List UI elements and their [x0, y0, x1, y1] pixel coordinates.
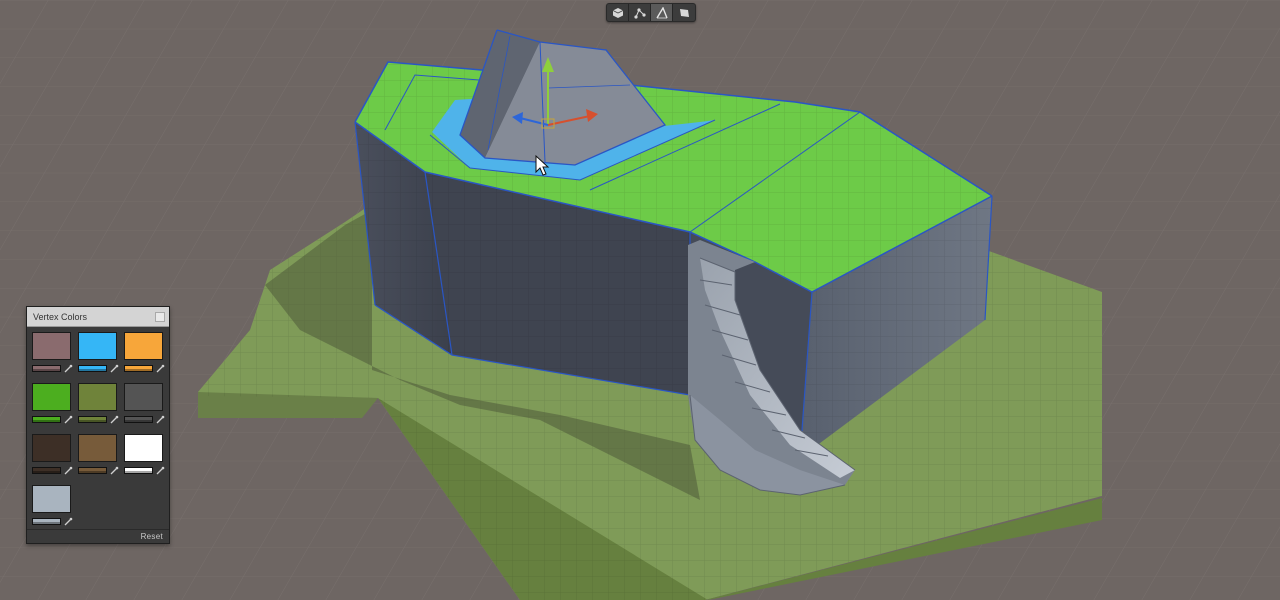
- vertex-mode-icon: [633, 7, 646, 19]
- eyedropper-icon[interactable]: [155, 466, 165, 476]
- swatch-apply-button[interactable]: [32, 332, 71, 360]
- swatch-apply-button[interactable]: [32, 383, 71, 411]
- swatch-grid: [31, 331, 165, 530]
- element-mode-toolbar: [606, 3, 696, 22]
- eyedropper-icon[interactable]: [63, 364, 73, 374]
- swatch-color-field[interactable]: [32, 416, 61, 423]
- swatch-color-field[interactable]: [32, 518, 61, 525]
- color-swatch[interactable]: [31, 382, 75, 428]
- color-swatch[interactable]: [123, 382, 167, 428]
- swatch-apply-button[interactable]: [124, 383, 163, 411]
- swatch-color-field[interactable]: [78, 365, 107, 372]
- swatch-apply-button[interactable]: [78, 434, 117, 462]
- color-swatch[interactable]: [31, 433, 75, 479]
- color-swatch[interactable]: [31, 484, 75, 530]
- eyedropper-icon[interactable]: [109, 364, 119, 374]
- color-swatch[interactable]: [123, 331, 167, 377]
- face-mode-button[interactable]: [673, 4, 695, 21]
- color-swatch[interactable]: [77, 433, 121, 479]
- swatch-apply-button[interactable]: [78, 383, 117, 411]
- vertex-mode-button[interactable]: [629, 4, 651, 21]
- edge-mode-icon: [655, 6, 668, 18]
- swatch-color-field[interactable]: [32, 467, 61, 474]
- swatch-apply-button[interactable]: [124, 332, 163, 360]
- panel-title: Vertex Colors: [33, 311, 88, 322]
- swatch-color-field[interactable]: [78, 416, 107, 423]
- vertex-colors-panel: Vertex Colors Reset: [26, 306, 170, 544]
- swatch-color-field[interactable]: [78, 467, 107, 474]
- eyedropper-icon[interactable]: [109, 466, 119, 476]
- cube-object-mode-icon: [612, 7, 623, 18]
- face-mode-icon: [680, 8, 689, 17]
- scene-viewport[interactable]: [0, 0, 1280, 600]
- panel-close-button[interactable]: [155, 311, 165, 322]
- object-mode-button[interactable]: [607, 4, 629, 21]
- panel-header[interactable]: Vertex Colors: [27, 307, 169, 327]
- swatch-color-field[interactable]: [124, 467, 153, 474]
- swatch-apply-button[interactable]: [124, 434, 163, 462]
- eyedropper-icon[interactable]: [109, 415, 119, 425]
- color-swatch[interactable]: [77, 382, 121, 428]
- swatch-apply-button[interactable]: [32, 434, 71, 462]
- eyedropper-icon[interactable]: [63, 466, 73, 476]
- eyedropper-icon[interactable]: [155, 364, 165, 374]
- panel-footer: Reset: [27, 529, 169, 543]
- color-swatch[interactable]: [31, 331, 75, 377]
- color-swatch[interactable]: [77, 331, 121, 377]
- swatch-apply-button[interactable]: [32, 485, 71, 513]
- eyedropper-icon[interactable]: [63, 517, 73, 527]
- edge-mode-button[interactable]: [651, 4, 673, 21]
- swatch-color-field[interactable]: [32, 365, 61, 372]
- reset-button[interactable]: Reset: [141, 532, 163, 541]
- eyedropper-icon[interactable]: [155, 415, 165, 425]
- swatch-color-field[interactable]: [124, 365, 153, 372]
- swatch-color-field[interactable]: [124, 416, 153, 423]
- eyedropper-icon[interactable]: [63, 415, 73, 425]
- color-swatch[interactable]: [123, 433, 167, 479]
- swatch-apply-button[interactable]: [78, 332, 117, 360]
